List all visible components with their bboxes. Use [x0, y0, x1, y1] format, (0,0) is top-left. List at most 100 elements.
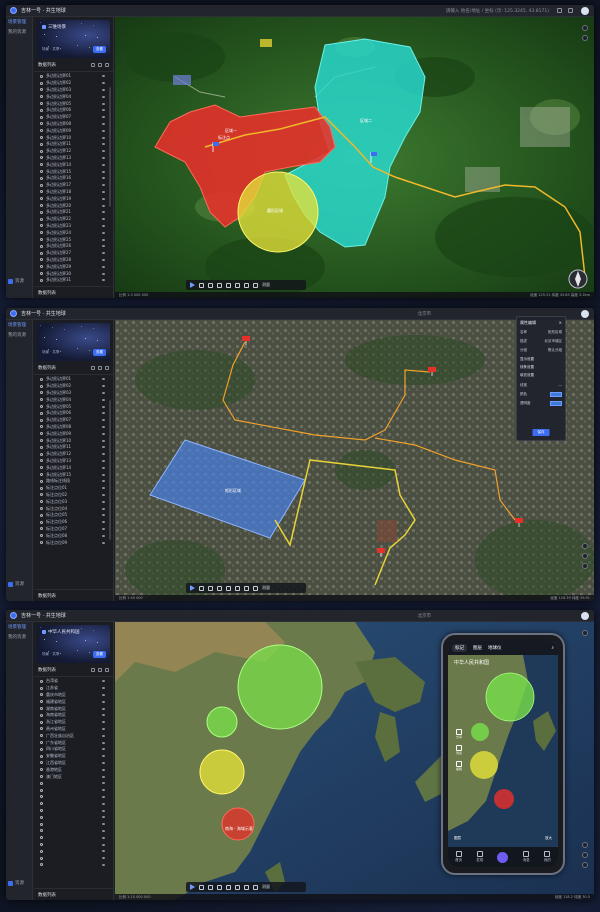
measure-label[interactable]: 测量: [262, 585, 270, 591]
list-item[interactable]: 多边形边界26: [40, 243, 113, 250]
visibility-icon[interactable]: [102, 88, 105, 91]
checkbox-icon[interactable]: [40, 686, 43, 690]
line-settings-section[interactable]: 线条设置: [520, 365, 562, 370]
checkbox-icon[interactable]: [40, 534, 43, 538]
line-width-stepper[interactable]: —: [559, 383, 563, 388]
visibility-icon[interactable]: [102, 802, 105, 805]
checkbox-icon[interactable]: [40, 176, 43, 180]
list-item[interactable]: [40, 794, 113, 801]
visibility-icon[interactable]: [102, 143, 105, 146]
visibility-icon[interactable]: [102, 136, 105, 139]
list-item[interactable]: 标注点位08: [40, 532, 113, 539]
checkbox-icon[interactable]: [40, 849, 43, 853]
list-item[interactable]: 重庆市地区: [40, 692, 113, 699]
checkbox-icon[interactable]: [40, 727, 43, 731]
green-circle-large[interactable]: [237, 644, 323, 730]
visibility-icon[interactable]: [102, 680, 105, 683]
list-item[interactable]: 多边形边界25: [40, 236, 113, 243]
delete-icon[interactable]: [253, 884, 258, 890]
visibility-icon[interactable]: [102, 150, 105, 153]
checkbox-icon[interactable]: [40, 108, 43, 112]
checkbox-icon[interactable]: [40, 190, 43, 194]
checkbox-icon[interactable]: [40, 486, 43, 490]
checkbox-icon[interactable]: [40, 102, 43, 106]
phone-nav-messages[interactable]: 消息: [523, 851, 530, 863]
delete-icon[interactable]: [253, 585, 258, 591]
checkbox-icon[interactable]: [40, 693, 43, 697]
visibility-icon[interactable]: [102, 238, 105, 241]
checkbox-icon[interactable]: [40, 452, 43, 456]
checkbox-icon[interactable]: [40, 136, 43, 140]
list-item[interactable]: 多边形边界24: [40, 229, 113, 236]
checkbox-icon[interactable]: [40, 734, 43, 738]
checkbox-icon[interactable]: [40, 768, 43, 772]
add-icon[interactable]: [91, 668, 95, 672]
visibility-icon[interactable]: [102, 204, 105, 207]
checkbox-icon[interactable]: [40, 224, 43, 228]
visibility-icon[interactable]: [102, 727, 105, 730]
avatar[interactable]: [581, 611, 589, 620]
search-icon[interactable]: ⌕: [551, 645, 554, 651]
measure-label[interactable]: 测量: [262, 884, 270, 890]
visibility-icon[interactable]: [102, 466, 105, 469]
avatar[interactable]: [581, 6, 589, 15]
visibility-icon[interactable]: [102, 687, 105, 690]
list-item[interactable]: 多边形边界13: [40, 155, 113, 162]
checkbox-icon[interactable]: [40, 149, 43, 153]
visibility-icon[interactable]: [102, 156, 105, 159]
refresh-icon[interactable]: [98, 668, 102, 672]
phone-tab-layers[interactable]: 图层: [473, 645, 482, 651]
checkbox-icon[interactable]: [40, 129, 43, 133]
list-item[interactable]: [40, 787, 113, 794]
list-item[interactable]: 多边形边界05: [40, 403, 113, 410]
visibility-icon[interactable]: [102, 809, 105, 812]
list-item[interactable]: 四川省地区: [40, 746, 113, 753]
phone-tab-mark[interactable]: 标记: [452, 644, 467, 652]
rail-item-scenes[interactable]: 场景管理: [6, 320, 32, 330]
checkbox-icon[interactable]: [40, 788, 43, 792]
visibility-icon[interactable]: [102, 109, 105, 112]
list-item[interactable]: 多边形边界11: [40, 141, 113, 148]
visibility-icon[interactable]: [102, 412, 105, 415]
visibility-icon[interactable]: [102, 163, 105, 166]
home-icon[interactable]: [582, 862, 588, 868]
checkbox-icon[interactable]: [40, 238, 43, 242]
visibility-icon[interactable]: [102, 378, 105, 381]
home-icon[interactable]: [582, 563, 588, 569]
checkbox-icon[interactable]: [40, 700, 43, 704]
list-item[interactable]: 多边形边界01: [40, 73, 113, 80]
search-input[interactable]: 北京市: [418, 613, 432, 619]
list-item[interactable]: [40, 848, 113, 855]
rail-item-assets[interactable]: 资源: [8, 880, 24, 886]
circle-icon[interactable]: [226, 585, 231, 591]
visibility-icon[interactable]: [102, 857, 105, 860]
visibility-icon[interactable]: [102, 265, 105, 268]
visibility-icon[interactable]: [102, 836, 105, 839]
polygon-icon[interactable]: [217, 282, 222, 288]
list-item[interactable]: 多边形边界08: [40, 121, 113, 128]
visibility-icon[interactable]: [102, 75, 105, 78]
list-item[interactable]: [40, 828, 113, 835]
checkbox-icon[interactable]: [40, 251, 43, 255]
visibility-icon[interactable]: [102, 231, 105, 234]
visibility-icon[interactable]: [102, 405, 105, 408]
visibility-icon[interactable]: [102, 473, 105, 476]
play-icon[interactable]: [190, 585, 195, 591]
list-item[interactable]: 多边形边界22: [40, 216, 113, 223]
line-icon[interactable]: [208, 884, 213, 890]
list-item[interactable]: [40, 814, 113, 821]
list-item[interactable]: 湖南省地区: [40, 705, 113, 712]
checkbox-icon[interactable]: [40, 713, 43, 717]
phone-nav-profile[interactable]: 我的: [544, 851, 551, 863]
edit-tool[interactable]: 编辑: [455, 761, 462, 771]
checkbox-icon[interactable]: [40, 122, 43, 126]
add-icon[interactable]: [91, 63, 95, 67]
list-item[interactable]: 多边形边界28: [40, 257, 113, 264]
visibility-icon[interactable]: [102, 190, 105, 193]
zoom-in-icon[interactable]: [582, 842, 588, 848]
checkbox-icon[interactable]: [40, 815, 43, 819]
checkbox-icon[interactable]: [40, 520, 43, 524]
rail-item-resources[interactable]: 我的资源: [6, 330, 32, 340]
list-item[interactable]: 多边形边界18: [40, 189, 113, 196]
checkbox-icon[interactable]: [40, 707, 43, 711]
